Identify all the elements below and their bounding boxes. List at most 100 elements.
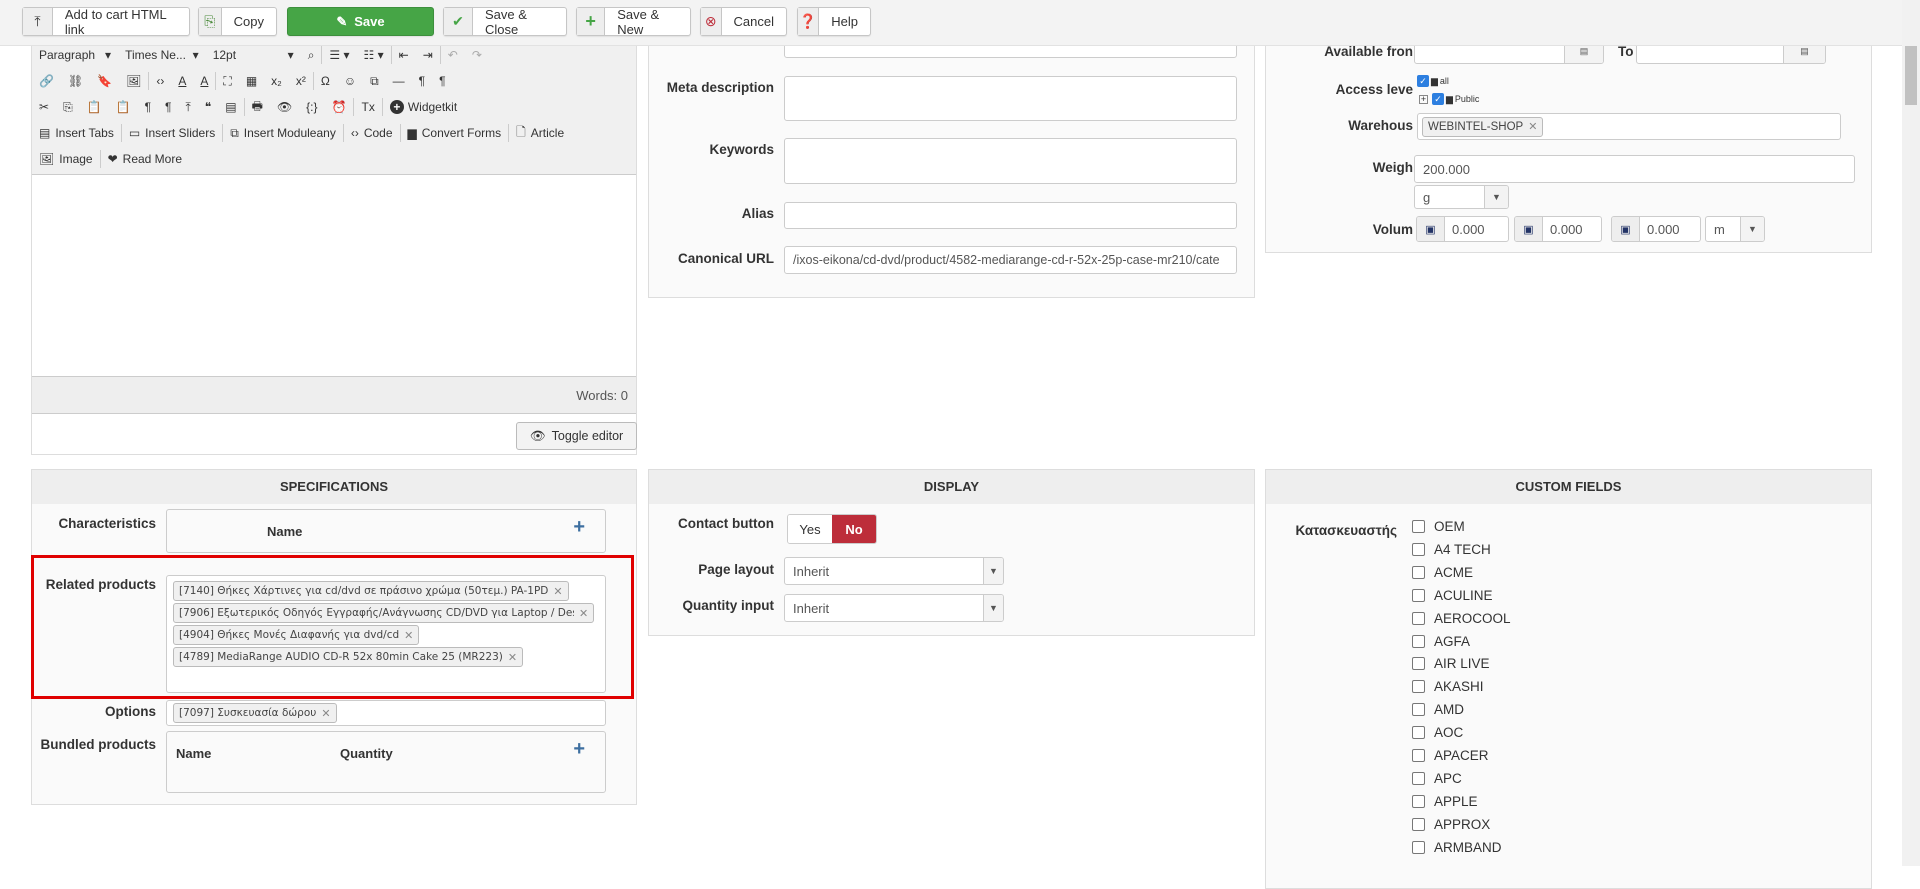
manufacturer-option[interactable]: APACER (1412, 748, 1489, 763)
cut-icon[interactable]: ✂ (32, 100, 56, 114)
omega-icon[interactable]: Ω (314, 74, 337, 88)
redo-icon[interactable]: ↷ (465, 48, 489, 62)
image-button[interactable]: 🖼 Image (32, 152, 100, 166)
font-select[interactable]: Times Ne... ▾ (118, 48, 206, 62)
upload-icon[interactable]: ⤒ (178, 100, 197, 115)
manufacturer-option[interactable]: AOC (1412, 725, 1463, 740)
format-select[interactable]: Paragraph ▾ (32, 48, 118, 62)
preview-icon[interactable]: 👁 (270, 100, 299, 114)
manufacturer-option[interactable]: AMD (1412, 702, 1464, 717)
copy-icon[interactable]: ⎘ (56, 100, 80, 115)
manufacturer-option[interactable]: AIR LIVE (1412, 656, 1490, 671)
checkbox[interactable] (1412, 771, 1425, 785)
manufacturer-option[interactable]: AGFA (1412, 634, 1470, 649)
image-icon[interactable]: 🖼 (119, 74, 148, 88)
paragraph-icon[interactable]: ¶ (138, 100, 158, 114)
manufacturer-option[interactable]: APPROX (1412, 817, 1490, 832)
meta-description-textarea[interactable] (784, 76, 1237, 121)
add-bundled-icon[interactable]: + (573, 738, 585, 761)
canonical-url-input[interactable]: /ixos-eikona/cd-dvd/product/4582-mediara… (784, 246, 1237, 274)
blockquote-icon[interactable]: ❝ (198, 100, 218, 114)
volume-height-input[interactable]: ▣ 0.000 (1611, 216, 1701, 242)
manufacturer-option[interactable]: A4 TECH (1412, 542, 1491, 557)
clock-icon[interactable]: ⏰ (325, 100, 354, 114)
insert-tabs-button[interactable]: ▤ Insert Tabs (32, 126, 121, 140)
no-option[interactable]: No (832, 515, 876, 543)
toggle-editor-button[interactable]: 👁 Toggle editor (516, 422, 637, 450)
checkbox[interactable] (1412, 749, 1425, 762)
print-icon[interactable]: 🖶 (245, 97, 270, 118)
paragraph-alt-icon[interactable]: ¶ (158, 100, 178, 114)
manufacturer-option[interactable]: ACULINE (1412, 588, 1493, 603)
article-button[interactable]: 🗋 Article (509, 123, 571, 144)
manufacturer-option[interactable]: APPLE (1412, 794, 1478, 809)
checkbox[interactable] (1412, 634, 1425, 648)
emoji-icon[interactable]: ☺ (337, 74, 363, 88)
convert-forms-button[interactable]: ▆ Convert Forms (401, 126, 509, 140)
template-icon[interactable]: ▤ (218, 100, 243, 114)
numbered-list-icon[interactable]: ☷ ▾ (357, 48, 391, 62)
size-select[interactable]: 12pt ▾ (206, 48, 301, 62)
insert-moduleany-button[interactable]: ⧉ Insert Moduleany (223, 126, 343, 141)
widgetkit-button[interactable]: + Widgetkit (383, 100, 464, 114)
volume-length-input[interactable]: ▣ 0.000 (1416, 216, 1509, 242)
text-color-icon[interactable]: A (171, 74, 193, 88)
insert-sliders-button[interactable]: ▭ Insert Sliders (122, 126, 222, 140)
fullscreen-icon[interactable]: ⛶ (216, 74, 238, 89)
save-close-button[interactable]: ✔ Save & Close (443, 7, 567, 37)
outdent-icon[interactable]: ⇤ (392, 48, 416, 62)
cancel-button[interactable]: ⊗ Cancel (700, 7, 787, 36)
checkbox[interactable] (1412, 588, 1425, 602)
page-scrollbar[interactable] (1902, 0, 1920, 866)
checkbox[interactable] (1412, 520, 1425, 533)
code-sample-icon[interactable]: {:} (299, 100, 324, 114)
warehouse-input[interactable]: WEBINTEL-SHOP ✕ (1417, 113, 1841, 140)
code-icon[interactable]: ‹› (149, 74, 171, 88)
volume-width-input[interactable]: ▣ 0.000 (1514, 216, 1602, 242)
access-all[interactable]: ✓ ▆ all (1417, 75, 1449, 87)
link-icon[interactable]: 🔗 (32, 74, 61, 88)
find-icon[interactable]: ⌕ (301, 48, 322, 63)
checkbox[interactable] (1412, 703, 1425, 717)
add-to-cart-link-button[interactable]: ⤒ Add to cart HTML link (22, 7, 190, 37)
bg-color-icon[interactable]: A (193, 74, 215, 88)
remove-icon[interactable]: ✕ (1528, 120, 1537, 133)
access-public[interactable]: + ✓ ▆ Public (1419, 93, 1479, 105)
checkbox[interactable] (1412, 726, 1425, 740)
manufacturer-option[interactable]: OEM (1412, 519, 1465, 534)
rtl-icon[interactable]: ¶ (432, 74, 452, 88)
copy-button[interactable]: ⎘ Copy (198, 7, 277, 36)
save-button[interactable]: ✎ Save (287, 7, 434, 36)
checkbox[interactable] (1412, 680, 1425, 694)
manufacturer-option[interactable]: AEROCOOL (1412, 611, 1511, 626)
save-new-button[interactable]: + Save & New (576, 7, 691, 37)
code-button[interactable]: ‹› Code (344, 126, 400, 140)
bookmark-icon[interactable]: 🔖 (90, 74, 119, 88)
add-characteristic-icon[interactable]: + (573, 516, 585, 539)
remove-icon[interactable]: ✕ (321, 707, 330, 720)
checkbox-checked[interactable]: ✓ (1432, 93, 1444, 105)
indent-icon[interactable]: ⇥ (416, 48, 440, 62)
superscript-icon[interactable]: x² (289, 74, 313, 88)
checkbox[interactable] (1412, 611, 1425, 625)
scrollbar-thumb[interactable] (1905, 46, 1917, 105)
weight-input[interactable]: 200.000 (1414, 155, 1855, 183)
table-icon[interactable]: ▦ (239, 74, 264, 88)
keywords-textarea[interactable] (784, 138, 1237, 184)
quantity-input-select[interactable]: Inherit ▼ (784, 594, 1004, 622)
checkbox[interactable] (1412, 817, 1425, 831)
manufacturer-option[interactable]: ARMBAND (1412, 840, 1502, 855)
help-button[interactable]: ❓ Help (797, 7, 871, 36)
read-more-button[interactable]: ❤ Read More (101, 152, 189, 166)
options-input[interactable]: [7097] Συσκευασία δώρου ✕ (166, 700, 606, 726)
manufacturer-option[interactable]: ACME (1412, 565, 1473, 580)
checkbox[interactable] (1412, 542, 1425, 556)
hr-icon[interactable]: — (386, 74, 412, 88)
checkbox[interactable] (1412, 794, 1425, 808)
ltr-icon[interactable]: ¶ (412, 74, 432, 88)
unlink-icon[interactable]: ⛓ (61, 74, 90, 88)
manufacturer-option[interactable]: AKASHI (1412, 679, 1484, 694)
expand-icon[interactable]: + (1419, 94, 1428, 104)
clear-format-icon[interactable]: Tx (354, 100, 381, 114)
paste-icon[interactable]: 📋 (80, 100, 109, 114)
